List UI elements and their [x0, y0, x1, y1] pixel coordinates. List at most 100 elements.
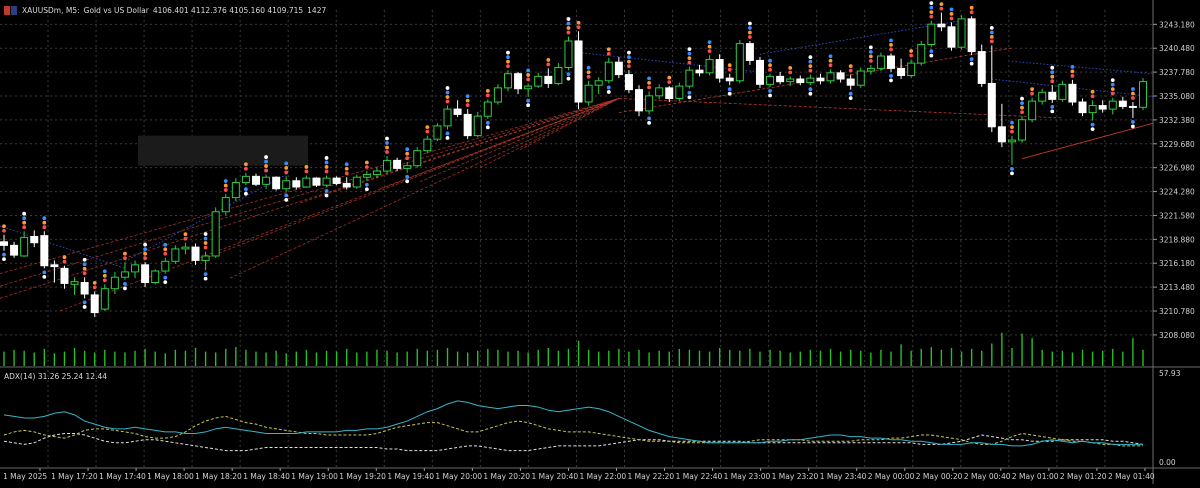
candle-body	[100, 288, 109, 310]
pattern-marker	[889, 42, 893, 47]
pattern-marker	[264, 168, 268, 173]
pattern-marker	[707, 44, 712, 49]
pattern-marker	[566, 17, 571, 21]
candle-body	[1139, 81, 1147, 108]
pattern-marker	[526, 103, 531, 108]
pattern-marker	[808, 87, 813, 92]
candle-body	[342, 182, 351, 188]
candle-body	[433, 125, 442, 140]
time-axis-label: 1 May 17:40	[99, 472, 146, 481]
candle-body	[50, 264, 59, 268]
chart-canvas[interactable]: 3243.180 3240.480 3237.780 3235.080 3232.380…	[0, 0, 1200, 484]
candle-body	[503, 73, 512, 89]
pattern-marker	[889, 78, 893, 83]
pattern-marker	[123, 281, 127, 286]
pattern-marker	[606, 51, 611, 56]
candle-body	[997, 126, 1006, 143]
pattern-marker	[989, 25, 994, 30]
time-axis-label: 2 May 01:40	[1108, 472, 1155, 481]
pattern-marker	[929, 1, 934, 6]
pattern-marker	[264, 159, 268, 164]
candle-body	[151, 270, 160, 284]
pattern-marker	[203, 272, 208, 277]
pattern-marker	[808, 55, 813, 59]
candle-body	[957, 18, 966, 48]
pattern-marker	[687, 51, 692, 56]
pattern-marker	[163, 251, 168, 256]
pattern-marker	[506, 64, 510, 69]
pattern-marker	[92, 285, 97, 290]
pattern-marker	[445, 86, 450, 90]
pattern-marker	[687, 90, 692, 95]
time-axis-label: 1 May 19:20	[339, 472, 386, 481]
pattern-marker	[445, 136, 450, 140]
pattern-marker	[768, 63, 772, 68]
candle-body	[30, 236, 39, 244]
pattern-marker	[526, 98, 531, 103]
pattern-marker	[868, 45, 873, 50]
pattern-marker	[939, 2, 944, 7]
candle-body	[352, 176, 361, 188]
pattern-marker	[1010, 129, 1014, 134]
pattern-marker	[1010, 166, 1014, 171]
candle-body	[60, 267, 69, 284]
pattern-marker	[727, 91, 732, 96]
price-axis-label: 3240.480	[1159, 44, 1195, 53]
pattern-marker	[909, 49, 914, 53]
trading-chart-window[interactable]: 3243.180 3240.480 3237.780 3235.080 3232.380…	[0, 0, 1200, 484]
pattern-marker	[465, 94, 470, 98]
time-axis-label: 2 May 00:40	[964, 472, 1011, 481]
candle-body	[403, 165, 412, 169]
pattern-marker	[768, 67, 772, 72]
pattern-marker	[1050, 74, 1055, 79]
candle-body	[624, 74, 633, 91]
candle-body	[1018, 119, 1027, 141]
pattern-marker	[143, 251, 148, 256]
pattern-marker	[203, 236, 208, 241]
candle-body	[231, 182, 240, 199]
pattern-marker	[727, 63, 732, 68]
pattern-marker	[2, 257, 6, 262]
pattern-marker	[223, 179, 228, 183]
pattern-marker	[506, 59, 510, 64]
time-axis-label: 1 May 19:00	[291, 472, 338, 481]
candle-body	[282, 180, 291, 190]
pattern-marker	[707, 49, 712, 54]
pattern-marker	[1070, 74, 1075, 78]
pattern-marker	[727, 67, 732, 72]
candle-body	[262, 176, 271, 185]
pattern-marker	[324, 160, 329, 165]
candle-body	[1058, 83, 1067, 100]
pattern-marker	[627, 59, 631, 64]
pattern-marker	[405, 174, 410, 179]
pattern-marker	[405, 156, 410, 161]
pattern-marker	[687, 56, 692, 61]
pattern-marker	[989, 30, 994, 35]
candle-body	[836, 72, 845, 80]
pattern-marker	[304, 165, 309, 169]
candle-body	[635, 89, 644, 112]
pattern-marker	[445, 95, 450, 99]
time-axis-label: 1 May 19:40	[387, 472, 434, 481]
pattern-marker	[1110, 91, 1115, 96]
pattern-marker	[848, 91, 853, 96]
candle-body	[574, 40, 583, 103]
pattern-marker	[969, 5, 974, 10]
time-axis-label: 1 May 20:20	[483, 472, 530, 481]
pattern-marker	[385, 150, 389, 154]
pattern-marker	[2, 228, 6, 233]
pattern-marker	[405, 147, 410, 152]
pattern-marker	[707, 40, 712, 45]
pattern-marker	[102, 269, 107, 274]
pattern-marker	[183, 232, 188, 237]
pattern-marker	[929, 5, 934, 10]
adx-scale-top-label: 57.93	[1159, 369, 1181, 378]
pattern-marker	[1090, 127, 1095, 132]
pattern-marker	[909, 53, 914, 58]
candle-body	[393, 159, 402, 169]
time-axis-label: 1 May 23:40	[820, 472, 867, 481]
price-axis-label: 3235.080	[1159, 92, 1195, 101]
pattern-marker	[546, 62, 551, 67]
candle-body	[806, 77, 815, 84]
price-axis-label: 3237.780	[1159, 68, 1195, 77]
